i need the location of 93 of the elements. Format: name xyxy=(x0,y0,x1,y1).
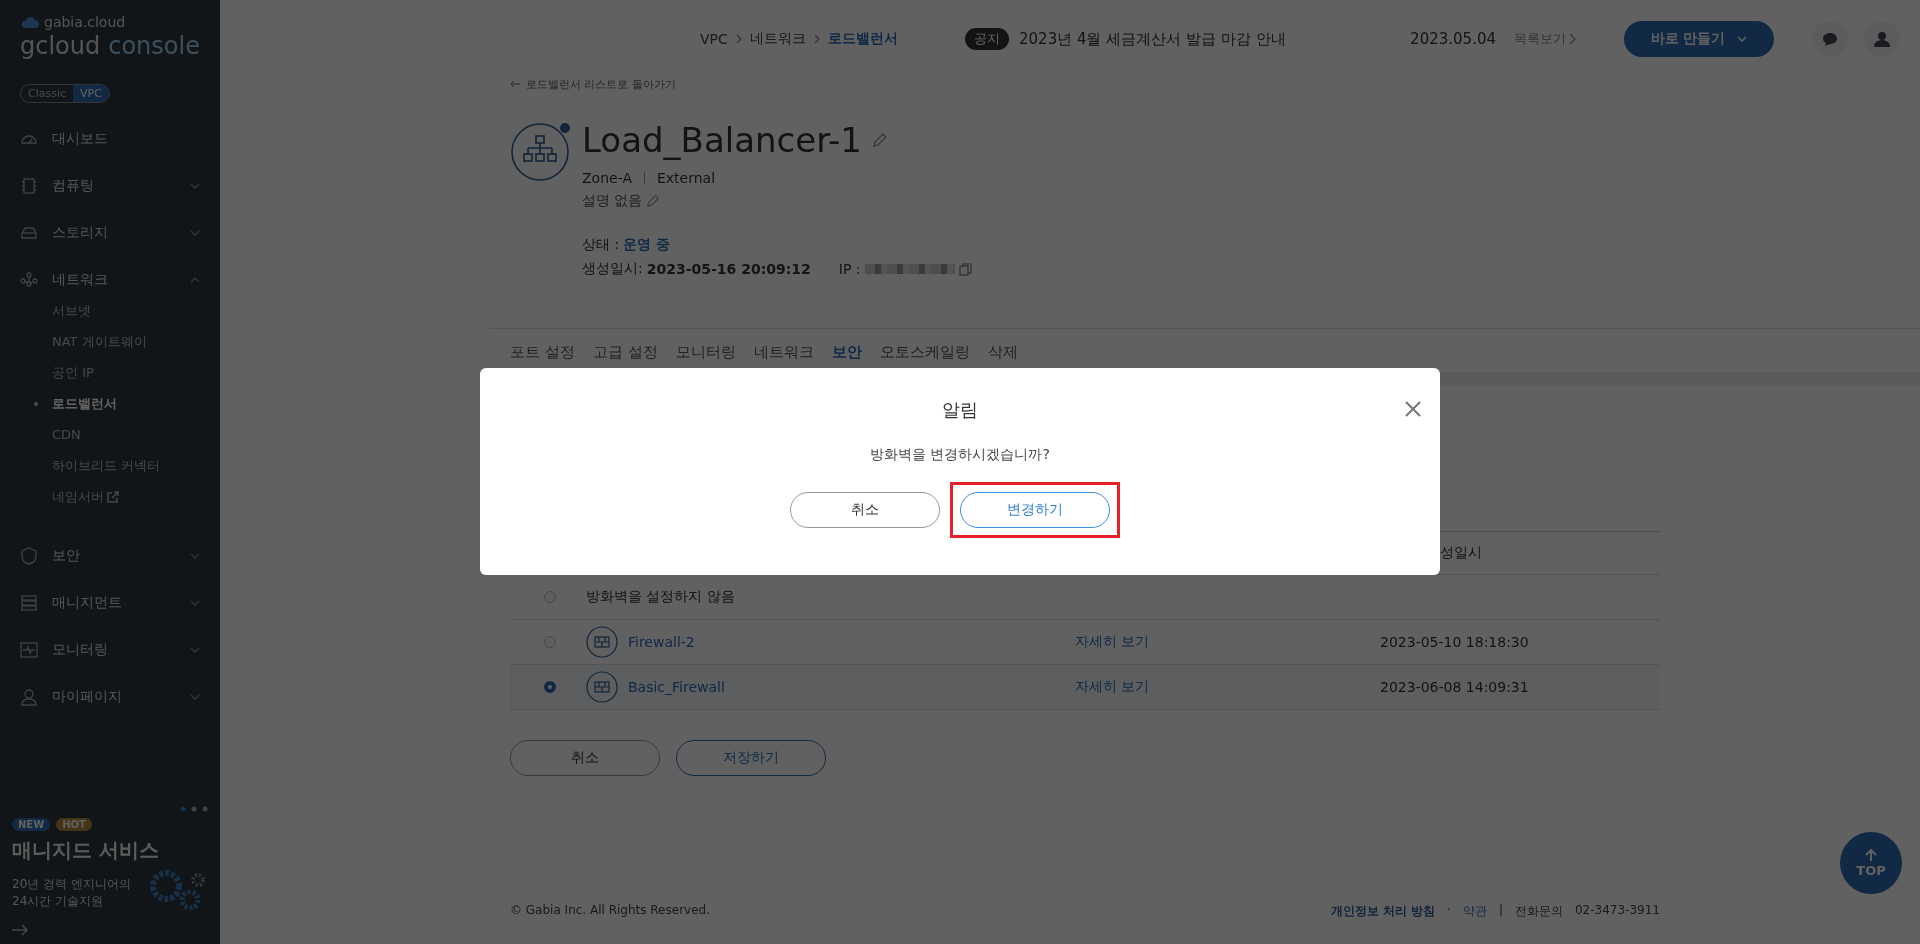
dialog-title: 알림 xyxy=(942,398,978,422)
chevron-right-icon xyxy=(813,34,820,44)
firewall-icon xyxy=(586,671,618,703)
status-value: 운영 중 xyxy=(623,236,671,254)
chat-bubble-icon xyxy=(1822,32,1838,46)
brand-name: gabia.cloud xyxy=(44,14,126,30)
promo-title: 매니지드 서비스 xyxy=(12,837,160,864)
middle-dot-text: · xyxy=(1447,903,1451,919)
sidebar-item[interactable]: 스토리지 xyxy=(0,209,220,256)
save-button[interactable]: 저장하기 xyxy=(676,740,826,776)
sidebar-item[interactable]: 네트워크 xyxy=(0,256,220,303)
separator-text: | xyxy=(1498,903,1503,919)
quick-create-button[interactable]: 바로 만들기 xyxy=(1624,21,1774,57)
tab[interactable]: 삭제 xyxy=(987,343,1018,362)
monitor-icon xyxy=(20,640,38,659)
firewall-name[interactable]: Basic_Firewall xyxy=(628,679,725,695)
sidebar-item[interactable]: 대시보드 xyxy=(0,115,220,162)
chevron-right-icon xyxy=(735,34,742,44)
table-cell: 방화벽을 설정하지 않음 xyxy=(586,588,735,606)
server-icon xyxy=(20,593,38,612)
firewall-icon xyxy=(586,626,618,658)
tab[interactable]: 네트워크 xyxy=(753,343,814,362)
details-link[interactable]: 자세히 보기 xyxy=(1075,633,1150,651)
phone-number: 02-3473-3911 xyxy=(1575,903,1660,919)
cancel-button[interactable]: 취소 xyxy=(790,492,940,528)
tab[interactable]: 고급 설정 xyxy=(592,343,658,362)
scroll-top-button[interactable]: TOP xyxy=(1840,832,1902,894)
tab[interactable]: 모니터링 xyxy=(675,343,736,362)
sidebar-item[interactable]: 마이페이지 xyxy=(0,673,220,720)
sidebar-item[interactable]: 보안 xyxy=(0,532,220,579)
radio-button[interactable] xyxy=(544,591,556,603)
load-balancer-icon xyxy=(510,120,572,182)
user-icon xyxy=(20,687,38,706)
created-value: 2023-05-16 20:09:12 xyxy=(646,261,811,277)
promo-badge: NEW xyxy=(12,818,51,831)
sidebar-item[interactable]: 모니터링 xyxy=(0,626,220,673)
firewall-name[interactable]: Firewall-2 xyxy=(628,634,695,650)
zone-label: Zone-A xyxy=(582,170,632,186)
radio-button[interactable] xyxy=(544,636,556,648)
chip-icon xyxy=(20,176,38,195)
table-row[interactable]: Basic_Firewall 자세히 보기 2023-06-08 14:09:31 xyxy=(510,665,1660,710)
mode-toggle[interactable]: VPC xyxy=(73,85,109,102)
table-cell: 2023-06-08 14:09:31 xyxy=(1380,679,1529,695)
close-icon[interactable] xyxy=(1404,400,1422,418)
type-label: External xyxy=(656,170,716,186)
confirm-button[interactable]: 변경하기 xyxy=(960,492,1110,528)
status-label: 상태 : xyxy=(582,236,620,254)
sidebar-item[interactable]: 컴퓨팅 xyxy=(0,162,220,209)
breadcrumb-link[interactable]: 로드밸런서 xyxy=(827,30,898,48)
created-label: 생성일시: xyxy=(582,260,643,278)
tab[interactable]: 포트 설정 xyxy=(510,343,575,362)
back-link[interactable]: 로드밸런서 리스트로 돌아가기 xyxy=(510,78,1660,90)
promo-badge: HOT xyxy=(56,818,92,831)
caret-icon xyxy=(1737,36,1748,42)
breadcrumb-link[interactable]: 네트워크 xyxy=(749,30,806,48)
sidebar-subitem[interactable]: 로드밸런서 xyxy=(0,388,220,419)
arrow-up-icon xyxy=(1865,848,1877,861)
chat-button[interactable] xyxy=(1812,21,1848,57)
column-header: 성일시 xyxy=(1440,544,1482,562)
network-icon xyxy=(20,270,38,289)
ip-label: IP : xyxy=(838,261,861,277)
dialog-message: 방화벽을 변경하시겠습니까? xyxy=(870,446,1050,464)
details-link[interactable]: 자세히 보기 xyxy=(1075,678,1150,696)
table-cell: 2023-05-10 18:18:30 xyxy=(1380,634,1529,650)
promo-text: 24시간 기술지원 xyxy=(12,893,105,910)
copyright-text: © Gabia Inc. All Rights Reserved. xyxy=(510,903,710,919)
arrow-right-icon[interactable] xyxy=(12,924,28,936)
account-button[interactable] xyxy=(1864,21,1900,57)
load-balancer-title: Load_Balancer-1 xyxy=(582,120,862,160)
cloud-logo-icon xyxy=(20,15,40,29)
tab[interactable]: 보안 xyxy=(831,343,862,362)
user-icon xyxy=(1874,31,1890,47)
notice-badge: 공지 xyxy=(965,28,1009,50)
chevron-right-icon xyxy=(1569,33,1576,45)
radio-button[interactable] xyxy=(544,681,556,693)
product-name: gcloud xyxy=(20,32,101,60)
description-text: 설명 없음 xyxy=(582,192,643,210)
copy-icon[interactable] xyxy=(958,262,972,276)
pencil-icon[interactable] xyxy=(646,194,661,208)
phone-label: 전화문의 xyxy=(1515,903,1563,920)
arrow-left-icon xyxy=(510,80,520,88)
carousel-dots-icon xyxy=(180,806,208,812)
notice-date: 2023.05.04 xyxy=(1410,30,1496,48)
pencil-icon[interactable] xyxy=(871,132,888,148)
terms-link[interactable]: 약관 xyxy=(1462,903,1487,920)
notice-link[interactable]: 2023년 4월 세금계산서 발급 마감 안내 xyxy=(1019,29,1286,49)
shield-icon xyxy=(20,546,38,565)
privacy-policy-link[interactable]: 개인정보 처리 방침 xyxy=(1330,903,1436,920)
cancel-button[interactable]: 취소 xyxy=(510,740,660,776)
product-subtitle: console xyxy=(108,32,200,60)
breadcrumb-link[interactable]: VPC xyxy=(700,31,728,47)
tab[interactable]: 오토스케일링 xyxy=(879,343,970,362)
sidebar-item[interactable]: 매니지먼트 xyxy=(0,579,220,626)
